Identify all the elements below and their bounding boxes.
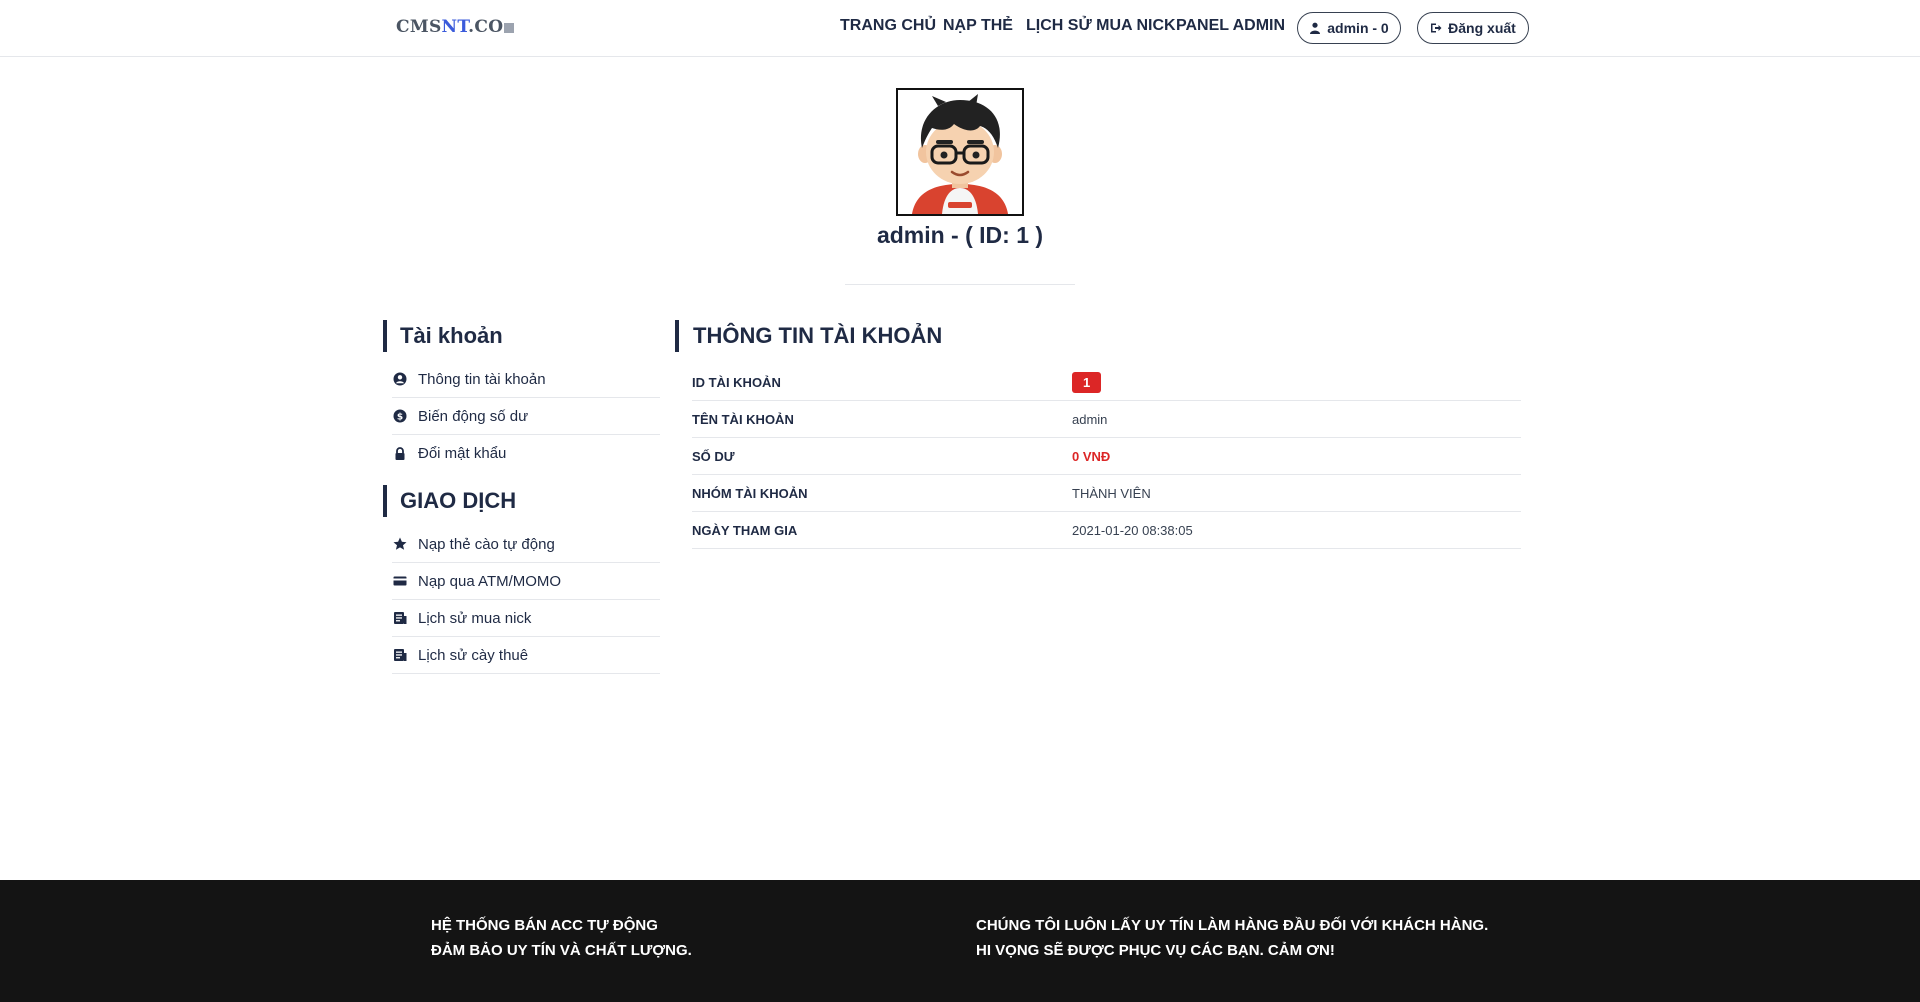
user-balance-button[interactable]: admin - 0 [1297,12,1401,44]
info-row-id: ID TÀI KHOẢN 1 [692,364,1521,401]
sidebar-item-atm-momo[interactable]: Nạp qua ATM/MOMO [392,563,660,600]
sidebar-transaction-title: GIAO DỊCH [383,485,516,517]
sidebar-item-nick-history[interactable]: Lịch sử mua nick [392,600,660,637]
receipt-icon [392,610,408,626]
info-label: NGÀY THAM GIA [692,522,798,538]
profile-divider [845,284,1075,285]
info-label: SỐ DƯ [692,448,735,464]
dollar-circle-icon: $ [392,408,408,424]
footer-right-text: CHÚNG TÔI LUÔN LẤY UY TÍN LÀM HÀNG ĐẦU Đ… [976,917,1489,959]
credit-card-icon [392,573,408,589]
sidebar-item-account-info[interactable]: Thông tin tài khoản [392,361,660,398]
sidebar-item-change-password[interactable]: Đổi mật khẩu [392,435,660,472]
info-value: THÀNH VIÊN [1072,485,1151,501]
sidebar-item-card-topup[interactable]: Nạp thẻ cào tự động [392,526,660,563]
info-value: admin [1072,411,1108,427]
nav-purchase-history[interactable]: LỊCH SỬ MUA NICK [1026,17,1176,35]
site-logo[interactable]: CMSNT.CO [396,17,515,37]
avatar-illustration [898,90,1022,214]
sidebar-item-boost-history[interactable]: Lịch sử cày thuê [392,637,660,674]
sign-out-icon [1431,23,1442,33]
info-value: 2021-01-20 08:38:05 [1072,522,1193,538]
info-label: TÊN TÀI KHOẢN [692,411,794,427]
balance-value: 0 VNĐ [1072,448,1111,464]
user-icon [1310,22,1321,34]
user-circle-icon [392,371,408,387]
info-label: NHÓM TÀI KHOẢN [692,485,808,501]
lock-icon [392,446,408,462]
star-icon [392,536,408,552]
logout-button[interactable]: Đăng xuất [1417,12,1529,44]
sidebar-item-balance-history[interactable]: $ Biến động số dư [392,398,660,435]
account-info-title: THÔNG TIN TÀI KHOẢN [675,320,942,352]
profile-name: admin - ( ID: 1 ) [876,222,1044,248]
footer: HỆ THỐNG BÁN ACC TỰ ĐỘNG ĐẢM BẢO UY TÍN … [0,880,1920,1002]
nav-home[interactable]: TRANG CHỦ [840,17,936,35]
nav-top-up[interactable]: NẠP THẺ [943,17,1013,35]
info-row-username: TÊN TÀI KHOẢN admin [692,401,1521,438]
svg-text:$: $ [397,412,403,422]
info-label: ID TÀI KHOẢN [692,374,781,390]
avatar [896,88,1024,216]
footer-left-text: HỆ THỐNG BÁN ACC TỰ ĐỘNG ĐẢM BẢO UY TÍN … [431,917,692,959]
receipt-icon [392,647,408,663]
info-row-balance: SỐ DƯ 0 VNĐ [692,438,1521,475]
account-id-badge: 1 [1072,371,1102,393]
info-row-join-date: NGÀY THAM GIA 2021-01-20 08:38:05 [692,512,1521,549]
info-row-group: NHÓM TÀI KHOẢN THÀNH VIÊN [692,475,1521,512]
logo-mark-icon [504,23,515,33]
top-navbar: CMSNT.CO TRANG CHỦ NẠP THẺ LỊCH SỬ MUA N… [0,0,1920,57]
nav-panel-admin[interactable]: PANEL ADMIN [1176,17,1285,35]
sidebar-account-title: Tài khoản [383,320,503,352]
